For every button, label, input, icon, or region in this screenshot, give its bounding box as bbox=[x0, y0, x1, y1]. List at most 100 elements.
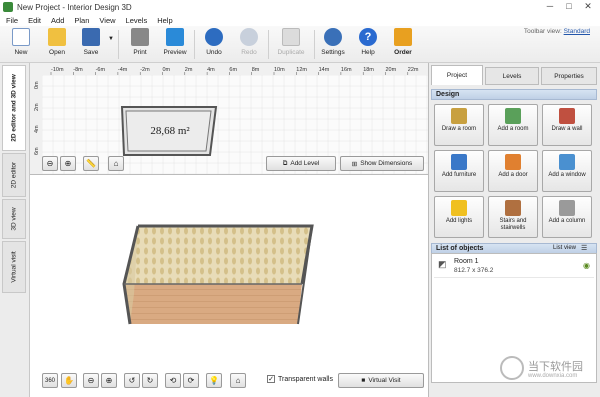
ruler-tick-label: -6m bbox=[96, 67, 106, 73]
ruler-tick-label: 0m bbox=[34, 81, 40, 89]
menu-add[interactable]: Add bbox=[51, 16, 64, 25]
room-object-icon: ◩ bbox=[438, 259, 447, 269]
tab-levels[interactable]: Levels bbox=[485, 67, 539, 85]
design-section-header: Design bbox=[431, 89, 597, 100]
print-button[interactable]: Print bbox=[123, 28, 157, 61]
minimize-button[interactable]: ─ bbox=[541, 1, 559, 12]
home-view-button[interactable]: ⌂ bbox=[108, 156, 124, 171]
pan-hand-button[interactable]: ✋ bbox=[61, 373, 77, 388]
scene-3d-canvas[interactable] bbox=[30, 176, 428, 397]
show-dimensions-button[interactable]: ⊞ Show Dimensions bbox=[340, 156, 424, 171]
zoom-out-button[interactable]: ⊖ bbox=[42, 156, 58, 171]
ruler-tick-label: 14m bbox=[319, 67, 330, 73]
ruler-tick-label: 12m bbox=[296, 67, 307, 73]
design-button-add-a-room[interactable]: Add a room bbox=[488, 104, 538, 146]
design-button-label: Draw a wall bbox=[551, 126, 583, 132]
visibility-eye-icon[interactable]: ◉ bbox=[583, 261, 590, 270]
right-panel: Project Levels Properties Design Draw a … bbox=[428, 63, 600, 397]
zoom-in-icon: ⊕ bbox=[105, 376, 113, 385]
zoom-in-button[interactable]: ⊕ bbox=[60, 156, 76, 171]
ruler-tick-label: 0m bbox=[163, 67, 171, 73]
view-3d[interactable]: 360 ✋ ⊖ ⊕ ↺ ↻ ⟲ ⟳ 💡 ⌂ ✓ Transparent wall… bbox=[30, 176, 428, 397]
list-item[interactable]: ◩ Room 1 812.7 x 376.2 ◉ bbox=[434, 256, 594, 278]
tilt-up-icon: ⟲ bbox=[169, 376, 177, 385]
design-button-add-furniture[interactable]: Add furniture bbox=[434, 150, 484, 192]
settings-button[interactable]: Settings bbox=[316, 28, 350, 61]
list-view-toggle[interactable]: List view bbox=[553, 245, 576, 251]
open-button[interactable]: Open bbox=[40, 28, 74, 61]
add-a-room-icon bbox=[505, 108, 521, 124]
home-icon: ⌂ bbox=[113, 159, 119, 168]
transparent-walls-checkbox[interactable]: ✓ bbox=[267, 375, 275, 383]
menu-view[interactable]: View bbox=[99, 16, 115, 25]
tab-3d-view[interactable]: 3D view bbox=[2, 199, 26, 239]
design-button-stairs-and-stairwells[interactable]: Stairs and stairwells bbox=[488, 196, 538, 238]
folder-icon bbox=[48, 28, 66, 46]
ruler-tick-label: -8m bbox=[73, 67, 83, 73]
floppy-disk-icon bbox=[82, 28, 100, 46]
ruler-tick-label: 2m bbox=[34, 103, 40, 111]
help-button[interactable]: ? Help bbox=[351, 28, 385, 61]
design-button-label: Stairs and stairwells bbox=[499, 218, 527, 231]
design-button-label: Add a door bbox=[498, 172, 528, 178]
zoom-out-3d-button[interactable]: ⊖ bbox=[83, 373, 99, 388]
design-button-draw-a-wall[interactable]: Draw a wall bbox=[542, 104, 592, 146]
rotate-left-button[interactable]: ↺ bbox=[124, 373, 140, 388]
design-button-label: Draw a room bbox=[441, 126, 477, 132]
transparent-walls-option[interactable]: ✓ Transparent walls bbox=[267, 375, 333, 383]
design-button-add-a-column[interactable]: Add a column bbox=[542, 196, 592, 238]
new-button[interactable]: New bbox=[4, 28, 38, 61]
toolbar: New Open Save ▼ Print Preview Undo Redo … bbox=[0, 26, 600, 63]
tab-2d-editor-and-3d-view[interactable]: 2D editor and 3D view bbox=[2, 65, 26, 151]
design-button-add-a-door[interactable]: Add a door bbox=[488, 150, 538, 192]
order-button[interactable]: Order bbox=[386, 28, 420, 61]
undo-button[interactable]: Undo bbox=[197, 28, 231, 61]
list-view-icon[interactable]: ☰ bbox=[581, 244, 587, 252]
add-a-window-icon bbox=[559, 154, 575, 170]
rotate-360-button[interactable]: 360 bbox=[42, 373, 58, 388]
design-button-label: Add lights bbox=[445, 218, 473, 224]
room-floor-3d[interactable] bbox=[124, 284, 302, 324]
lighting-button[interactable]: 💡 bbox=[206, 373, 222, 388]
ruler-tick-label: 22m bbox=[408, 67, 419, 73]
monitor-icon bbox=[166, 28, 184, 46]
room-back-wall[interactable] bbox=[124, 226, 312, 284]
dimensions-icon: ⊞ bbox=[351, 160, 358, 168]
tilt-up-button[interactable]: ⟲ bbox=[165, 373, 181, 388]
plan-2d-editor[interactable]: -10m -8m -6m -4m -2m 0m 2m 4m 6m 8m 10m 12m 14m 16m 18… bbox=[30, 63, 428, 175]
menu-help[interactable]: Help bbox=[157, 16, 172, 25]
zoom-in-icon: ⊕ bbox=[64, 159, 72, 168]
tab-project[interactable]: Project bbox=[431, 65, 483, 85]
measure-button[interactable]: 📏 bbox=[83, 156, 99, 171]
zoom-in-3d-button[interactable]: ⊕ bbox=[101, 373, 117, 388]
add-level-button[interactable]: ⧉ Add Level bbox=[266, 156, 336, 171]
design-button-draw-a-room[interactable]: Draw a room bbox=[434, 104, 484, 146]
tilt-down-button[interactable]: ⟳ bbox=[183, 373, 199, 388]
close-button[interactable]: ✕ bbox=[579, 1, 597, 12]
rotate-left-icon: ↺ bbox=[128, 376, 136, 385]
design-button-add-lights[interactable]: Add lights bbox=[434, 196, 484, 238]
add-level-icon: ⧉ bbox=[282, 159, 288, 167]
ruler-tick-label: 4m bbox=[34, 125, 40, 133]
menu-plan[interactable]: Plan bbox=[74, 16, 89, 25]
virtual-visit-button[interactable]: ■ Virtual Visit bbox=[338, 373, 424, 388]
save-dropdown-arrow-icon[interactable]: ▼ bbox=[108, 36, 114, 42]
tab-2d-editor[interactable]: 2D editor bbox=[2, 153, 26, 197]
tab-virtual-visit[interactable]: Virtual visit bbox=[2, 241, 26, 293]
menu-levels[interactable]: Levels bbox=[126, 16, 148, 25]
menu-file[interactable]: File bbox=[6, 16, 18, 25]
ruler-tick-label: -2m bbox=[140, 67, 150, 73]
app-icon bbox=[3, 2, 13, 12]
stairs-and-stairwells-icon bbox=[505, 200, 521, 216]
maximize-button[interactable]: □ bbox=[560, 1, 578, 12]
toolbar-view-selector[interactable]: Toolbar view: Standard bbox=[524, 28, 590, 35]
menu-edit[interactable]: Edit bbox=[28, 16, 41, 25]
save-button[interactable]: Save bbox=[74, 28, 108, 61]
preview-button[interactable]: Preview bbox=[158, 28, 192, 61]
design-button-add-a-window[interactable]: Add a window bbox=[542, 150, 592, 192]
redo-button[interactable]: Redo bbox=[232, 28, 266, 61]
tab-properties[interactable]: Properties bbox=[541, 67, 597, 85]
duplicate-button[interactable]: Duplicate bbox=[273, 28, 309, 61]
home-3d-view-button[interactable]: ⌂ bbox=[230, 373, 246, 388]
rotate-right-button[interactable]: ↻ bbox=[142, 373, 158, 388]
